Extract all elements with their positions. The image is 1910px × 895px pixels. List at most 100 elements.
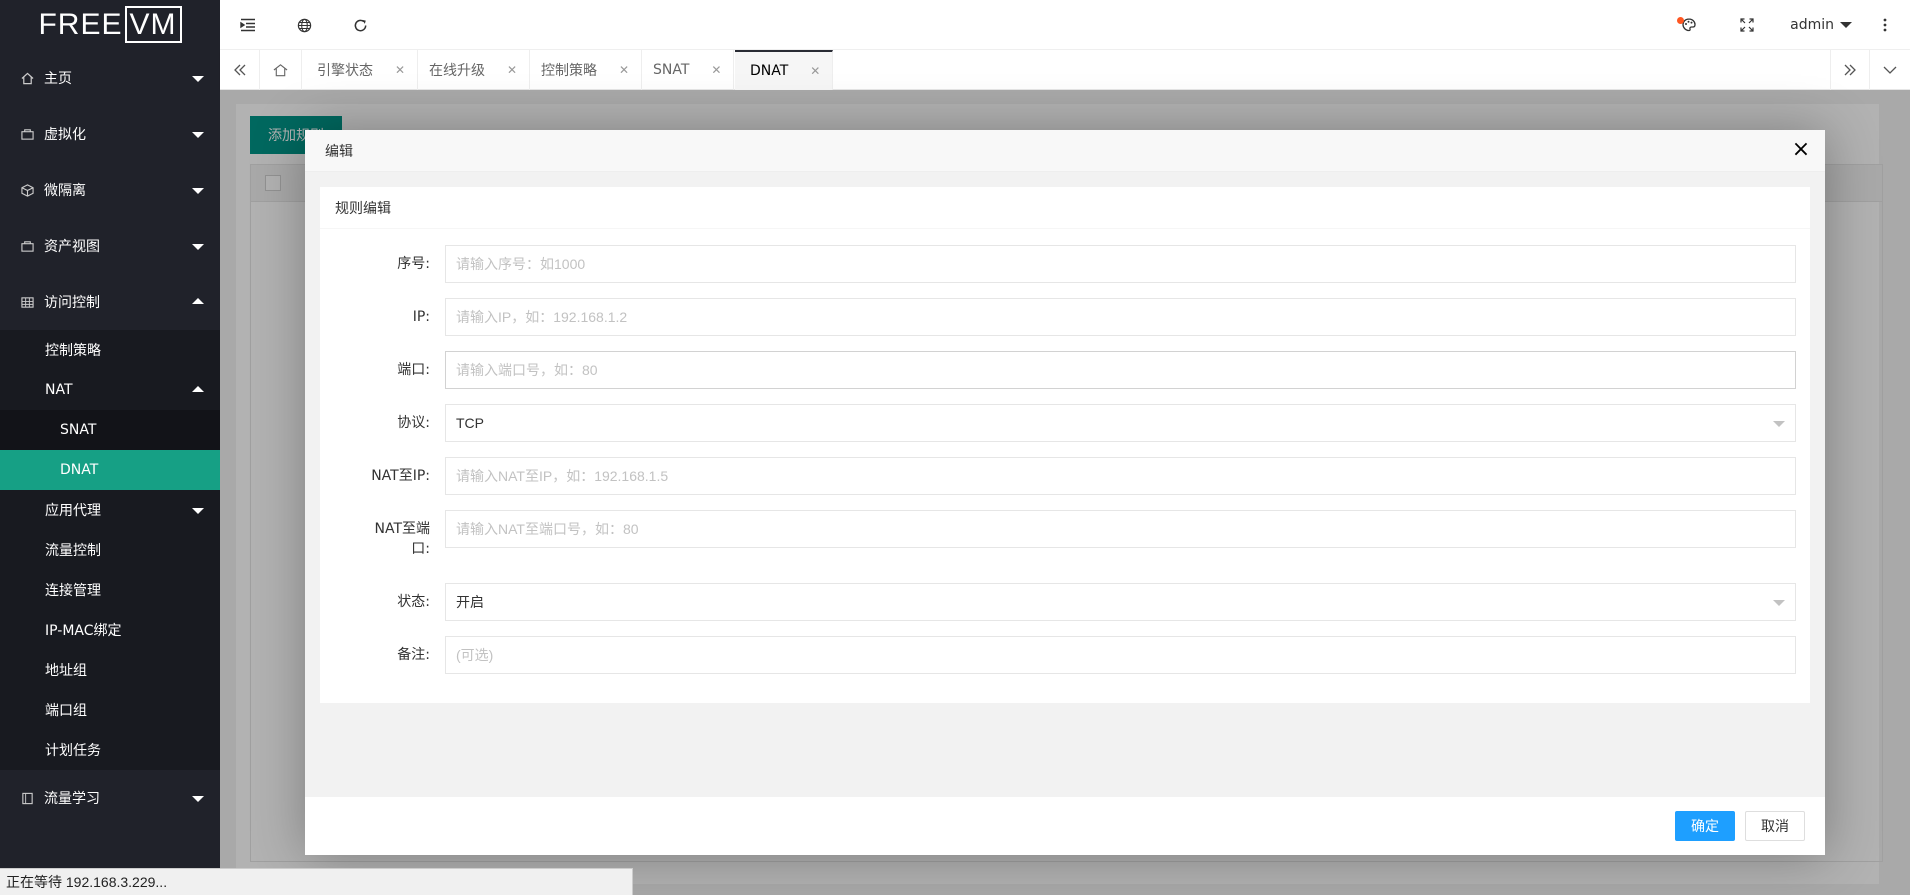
sidebar-item-label: 主页	[44, 71, 72, 87]
sidebar-item-label: NAT	[45, 382, 73, 398]
tab-dnat[interactable]: DNAT ✕	[735, 50, 834, 90]
sidebar-item-flow-control[interactable]: 流量控制	[0, 530, 220, 570]
placeholder: 请输入端口号，如：80	[456, 362, 598, 378]
placeholder: 请输入NAT至端口号，如：80	[456, 521, 639, 537]
sidebar-item-home[interactable]: 主页	[0, 50, 220, 106]
double-chevron-right-icon	[1844, 64, 1856, 76]
cancel-button[interactable]: 取消	[1745, 811, 1805, 841]
server-icon	[20, 239, 34, 253]
sidebar-item-access-control[interactable]: 访问控制	[0, 274, 220, 330]
sidebar-item-assets[interactable]: 资产视图	[0, 218, 220, 274]
more-button[interactable]	[1860, 0, 1910, 50]
sidebar-item-policy[interactable]: 控制策略	[0, 330, 220, 370]
dialog-body: 规则编辑 序号: 请输入序号：如1000 IP: 请输入IP，如：192.168…	[305, 172, 1825, 797]
tab-engine-status[interactable]: 引擎状态 ✕	[302, 50, 419, 90]
tabs-menu-button[interactable]	[1870, 50, 1910, 90]
sidebar-item-label: 微隔离	[44, 183, 86, 199]
sidebar-item-label: 端口组	[45, 703, 87, 719]
chevron-up-icon	[192, 386, 204, 392]
sidebar-item-app-proxy[interactable]: 应用代理	[0, 490, 220, 530]
fullscreen-button[interactable]	[1719, 0, 1775, 50]
port-input[interactable]: 请输入端口号，如：80	[445, 351, 1796, 389]
nat-port-input[interactable]: 请输入NAT至端口号，如：80	[445, 510, 1796, 548]
sidebar-item-label: 连接管理	[45, 583, 101, 599]
note-input[interactable]: (可选)	[445, 636, 1796, 674]
cube-icon	[20, 183, 34, 197]
tab-online-upgrade[interactable]: 在线升级 ✕	[414, 50, 531, 90]
chevron-down-icon	[192, 76, 204, 82]
tabs-scroll-left-button[interactable]	[220, 50, 260, 90]
tab-home[interactable]	[260, 50, 302, 90]
seq-input[interactable]: 请输入序号：如1000	[445, 245, 1796, 283]
nat-ip-input[interactable]: 请输入NAT至IP，如：192.168.1.5	[445, 457, 1796, 495]
sidebar-item-label: DNAT	[60, 462, 99, 478]
chevron-up-icon	[192, 298, 204, 304]
close-icon[interactable]: ✕	[619, 63, 629, 77]
sidebar-item-label: IP-MAC绑定	[45, 623, 122, 639]
field-label: NAT至IP:	[371, 468, 430, 484]
globe-button[interactable]	[276, 0, 332, 50]
menu-toggle-button[interactable]	[220, 0, 276, 50]
tab-control-policy[interactable]: 控制策略 ✕	[526, 50, 643, 90]
sidebar-item-label: 资产视图	[44, 239, 100, 255]
status-select[interactable]: 开启	[445, 583, 1796, 621]
notification-dot	[1677, 17, 1684, 24]
edit-dialog: 编辑 × 规则编辑 序号: 请输入序号：如1000 IP: 请输入IP，如：19…	[305, 130, 1825, 855]
indent-icon	[240, 18, 255, 32]
sidebar-item-port-group[interactable]: 端口组	[0, 690, 220, 730]
selected-value: TCP	[456, 415, 484, 431]
sidebar-item-dnat[interactable]: DNAT	[0, 450, 220, 490]
logo: FREE VM	[0, 0, 220, 50]
globe-icon	[297, 18, 311, 32]
rule-edit-card: 规则编辑 序号: 请输入序号：如1000 IP: 请输入IP，如：192.168…	[320, 187, 1810, 703]
selected-value: 开启	[456, 594, 484, 610]
dialog-footer: 确定 取消	[305, 797, 1825, 855]
chevron-down-icon	[1883, 66, 1897, 74]
close-icon[interactable]: ✕	[810, 64, 820, 78]
placeholder: 请输入序号：如1000	[456, 256, 586, 272]
field-label: 备注:	[397, 647, 430, 663]
chevron-down-icon	[1773, 421, 1785, 427]
tabs-scroll-right-button[interactable]	[1830, 50, 1870, 90]
logo-free: FREE	[38, 8, 123, 41]
chevron-down-icon	[192, 796, 204, 802]
confirm-button[interactable]: 确定	[1675, 811, 1735, 841]
refresh-icon	[354, 19, 366, 31]
sidebar-item-nat[interactable]: NAT	[0, 370, 220, 410]
home-icon	[273, 64, 288, 77]
refresh-button[interactable]	[332, 0, 388, 50]
field-label: 状态:	[397, 594, 430, 610]
field-label: 协议:	[397, 415, 430, 431]
sidebar-item-scheduled[interactable]: 计划任务	[0, 730, 220, 770]
theme-button[interactable]	[1661, 0, 1717, 50]
sidebar-item-label: 访问控制	[44, 295, 100, 311]
chevron-down-icon	[192, 508, 204, 514]
sidebar-item-flow-learning[interactable]: 流量学习	[0, 770, 220, 826]
sidebar-item-label: 流量学习	[44, 791, 100, 807]
protocol-select[interactable]: TCP	[445, 404, 1796, 442]
sidebar: FREE VM 主页 虚拟化 微隔离 资产视图 访问控制 控制策略 NAT SN…	[0, 0, 220, 895]
field-label: NAT至端口:	[374, 521, 430, 557]
close-icon[interactable]: ✕	[507, 63, 517, 77]
tab-snat[interactable]: SNAT ✕	[638, 50, 735, 90]
sidebar-item-addr-group[interactable]: 地址组	[0, 650, 220, 690]
book-icon	[20, 791, 34, 805]
logo-text: FREE VM	[38, 6, 182, 43]
placeholder: 请输入NAT至IP，如：192.168.1.5	[456, 468, 669, 484]
sidebar-item-conn-mgmt[interactable]: 连接管理	[0, 570, 220, 610]
nat-submenu: SNAT DNAT	[0, 410, 220, 490]
ip-input[interactable]: 请输入IP，如：192.168.1.2	[445, 298, 1796, 336]
user-menu[interactable]: admin	[1790, 0, 1852, 50]
top-header: admin	[220, 0, 1910, 50]
field-label: 序号:	[397, 256, 430, 272]
sidebar-item-snat[interactable]: SNAT	[0, 410, 220, 450]
sidebar-item-virtualization[interactable]: 虚拟化	[0, 106, 220, 162]
close-icon[interactable]: ×	[1791, 139, 1811, 161]
close-icon[interactable]: ✕	[711, 63, 721, 77]
tab-label: 在线升级	[429, 63, 485, 79]
sidebar-item-ip-mac[interactable]: IP-MAC绑定	[0, 610, 220, 650]
sidebar-item-microseg[interactable]: 微隔离	[0, 162, 220, 218]
chevron-down-icon	[192, 244, 204, 250]
chevron-down-icon	[192, 188, 204, 194]
close-icon[interactable]: ✕	[395, 63, 405, 77]
